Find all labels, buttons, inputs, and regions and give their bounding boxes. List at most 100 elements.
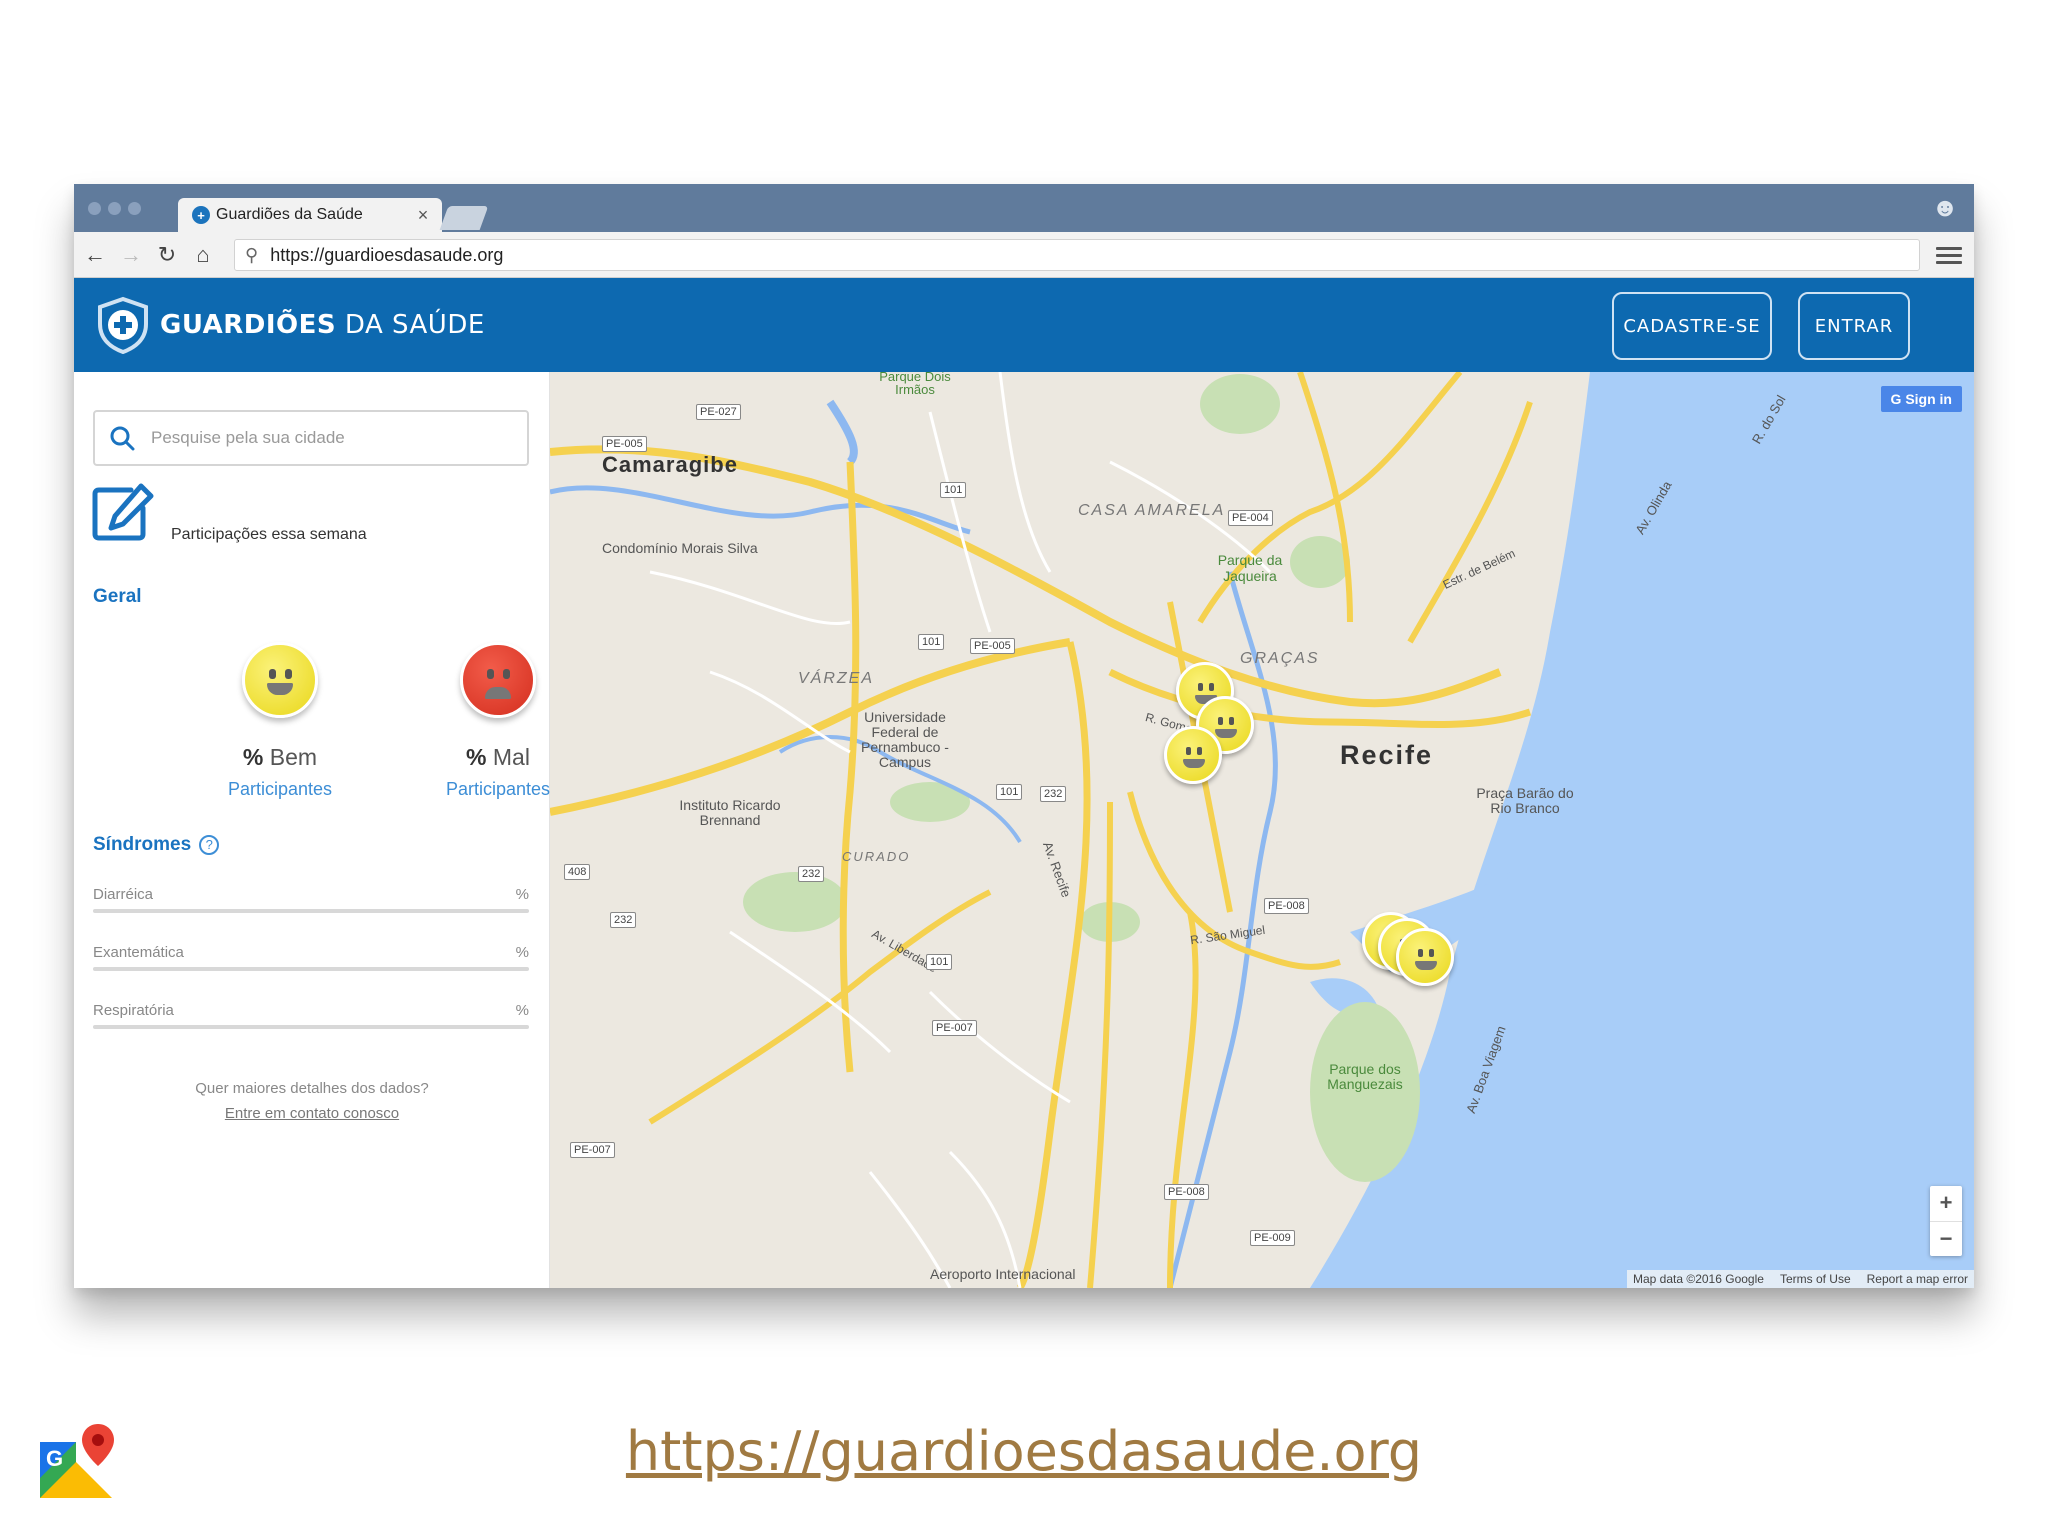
good-participants-link[interactable]: Participantes [180,779,380,800]
browser-titlebar: + Guardiões da Saúde × ☻ [74,184,1974,232]
route-shield: 232 [1040,786,1067,802]
login-button[interactable]: ENTRAR [1798,292,1910,360]
place-label: Parque da Jaqueira [1217,552,1283,584]
app-header: GUARDIÕES DA SAÚDE CADASTRE-SE ENTRAR [74,278,1974,372]
participations-label: Participações essa semana [171,526,367,543]
window-close-dot[interactable] [88,202,101,215]
logo-light: DA SAÚDE [336,310,485,340]
place-label: GRAÇAS [1240,650,1320,667]
browser-window: + Guardiões da Saúde × ☻ ← → ↻ ⌂ ⚲ https… [74,184,1974,1288]
route-shield: 232 [610,912,637,928]
place-label: Aeroporto Internacional [930,1266,1076,1282]
incognito-icon[interactable]: ☻ [1928,192,1962,226]
syndrome-name: Respiratória [93,1002,174,1019]
search-icon: ⚲ [245,244,259,265]
syndrome-bar [93,967,529,971]
terms-link[interactable]: Terms of Use [1780,1272,1851,1286]
place-label: Universidade Federal de Pernambuco - Cam… [861,709,949,770]
city-search-input[interactable]: Pesquise pela sua cidade [93,410,529,466]
route-shield: PE-008 [1164,1184,1209,1200]
map[interactable]: Camaragibe Recife CASA AMARELA GRAÇAS VÁ… [550,372,1974,1288]
syndrome-name: Diarréica [93,886,154,903]
tab-title: Guardiões da Saúde [216,206,363,223]
forward-icon[interactable]: → [116,240,146,270]
address-url: https://guardioesdasaude.org [270,244,504,265]
contact-block: Quer maiores detalhes dos dados? Entre e… [74,1080,550,1122]
report-error-link[interactable]: Report a map error [1867,1272,1968,1286]
good-stat: % Bem Participantes [180,642,380,800]
place-label: Instituto Ricardo Brennand [679,797,781,828]
place-label: VÁRZEA [798,670,875,687]
participations-block: Participações essa semana [91,482,531,552]
logo-strong: GUARDIÕES [160,310,337,340]
route-shield: PE-008 [1264,898,1309,914]
browser-tab[interactable]: + Guardiões da Saúde × [178,198,442,232]
place-label: CASA AMARELA [1078,502,1226,519]
home-icon[interactable]: ⌂ [188,240,218,270]
footer-url[interactable]: https://guardioesdasaude.org [0,1420,2048,1483]
route-shield: PE-004 [1228,510,1273,526]
google-signin-button[interactable]: G Sign in [1880,386,1962,412]
zoom-in-button[interactable]: + [1930,1186,1962,1221]
place-label: Praça Barão do Rio Branco [1476,785,1574,816]
place-label: Recife [1340,740,1434,770]
route-shield: PE-007 [932,1020,977,1036]
route-shield: 101 [918,634,945,650]
shield-plus-icon [98,296,148,354]
app-logo-text: GUARDIÕES DA SAÚDE [160,310,485,340]
route-shield: 232 [798,866,825,882]
route-shield: PE-005 [970,638,1015,654]
new-tab-button[interactable] [439,206,489,230]
happy-marker-icon[interactable] [1164,726,1222,784]
route-shield: 101 [940,482,967,498]
back-icon[interactable]: ← [80,240,110,270]
search-placeholder: Pesquise pela sua cidade [151,428,345,447]
contact-link[interactable]: Entre em contato conosco [74,1105,550,1122]
browser-menu-icon[interactable] [1936,242,1962,268]
reload-icon[interactable]: ↻ [152,240,182,270]
syndrome-unit: % [515,1002,529,1019]
more-question: Quer maiores detalhes dos dados? [195,1080,429,1097]
route-shield: 101 [996,784,1023,800]
syndrome-bar [93,1025,529,1029]
app-logo[interactable]: GUARDIÕES DA SAÚDE [96,296,485,354]
place-label: Camaragibe [602,452,738,477]
syndrome-bar [93,909,529,913]
sad-face-icon [460,642,536,718]
syndrome-name: Exantemática [93,944,184,961]
sidebar: Pesquise pela sua cidade Participações e… [74,372,550,1288]
place-label: Parque dos Manguezais [1327,1061,1403,1092]
browser-toolbar: ← → ↻ ⌂ ⚲ https://guardioesdasaude.org [74,232,1974,278]
syndrome-row: Diarréica% [93,886,529,913]
window-minimize-dot[interactable] [108,202,121,215]
zoom-out-button[interactable]: − [1930,1220,1962,1257]
syndrome-row: Respiratória% [93,1002,529,1029]
zoom-control: + − [1930,1186,1962,1256]
syndrome-unit: % [515,886,529,903]
address-bar[interactable]: ⚲ https://guardioesdasaude.org [234,239,1920,271]
route-shield: 408 [564,864,591,880]
place-label: CURADO [842,849,911,864]
syndrome-row: Exantemática% [93,944,529,971]
syndrome-unit: % [515,944,529,961]
route-shield: PE-007 [570,1142,615,1158]
good-percent: % Bem [242,744,318,770]
syndromes-title: Síndromes? [93,834,220,856]
search-icon [110,426,135,451]
route-shield: PE-009 [1250,1230,1295,1246]
edit-icon[interactable] [91,482,155,542]
route-shield: PE-005 [602,436,647,452]
route-shield: PE-027 [696,404,741,420]
happy-marker-icon[interactable] [1396,928,1454,986]
window-maximize-dot[interactable] [128,202,141,215]
tab-close-icon[interactable]: × [414,205,432,226]
slide: + Guardiões da Saúde × ☻ ← → ↻ ⌂ ⚲ https… [0,0,2048,1536]
happy-face-icon [242,642,318,718]
place-label: Parque Dois Irmãos [879,372,951,397]
route-shield: 101 [926,954,953,970]
signup-button[interactable]: CADASTRE-SE [1612,292,1772,360]
map-data-credit: Map data ©2016 Google [1633,1272,1764,1286]
favicon-icon: + [192,206,210,224]
general-title: Geral [93,586,142,607]
help-icon[interactable]: ? [199,834,220,855]
